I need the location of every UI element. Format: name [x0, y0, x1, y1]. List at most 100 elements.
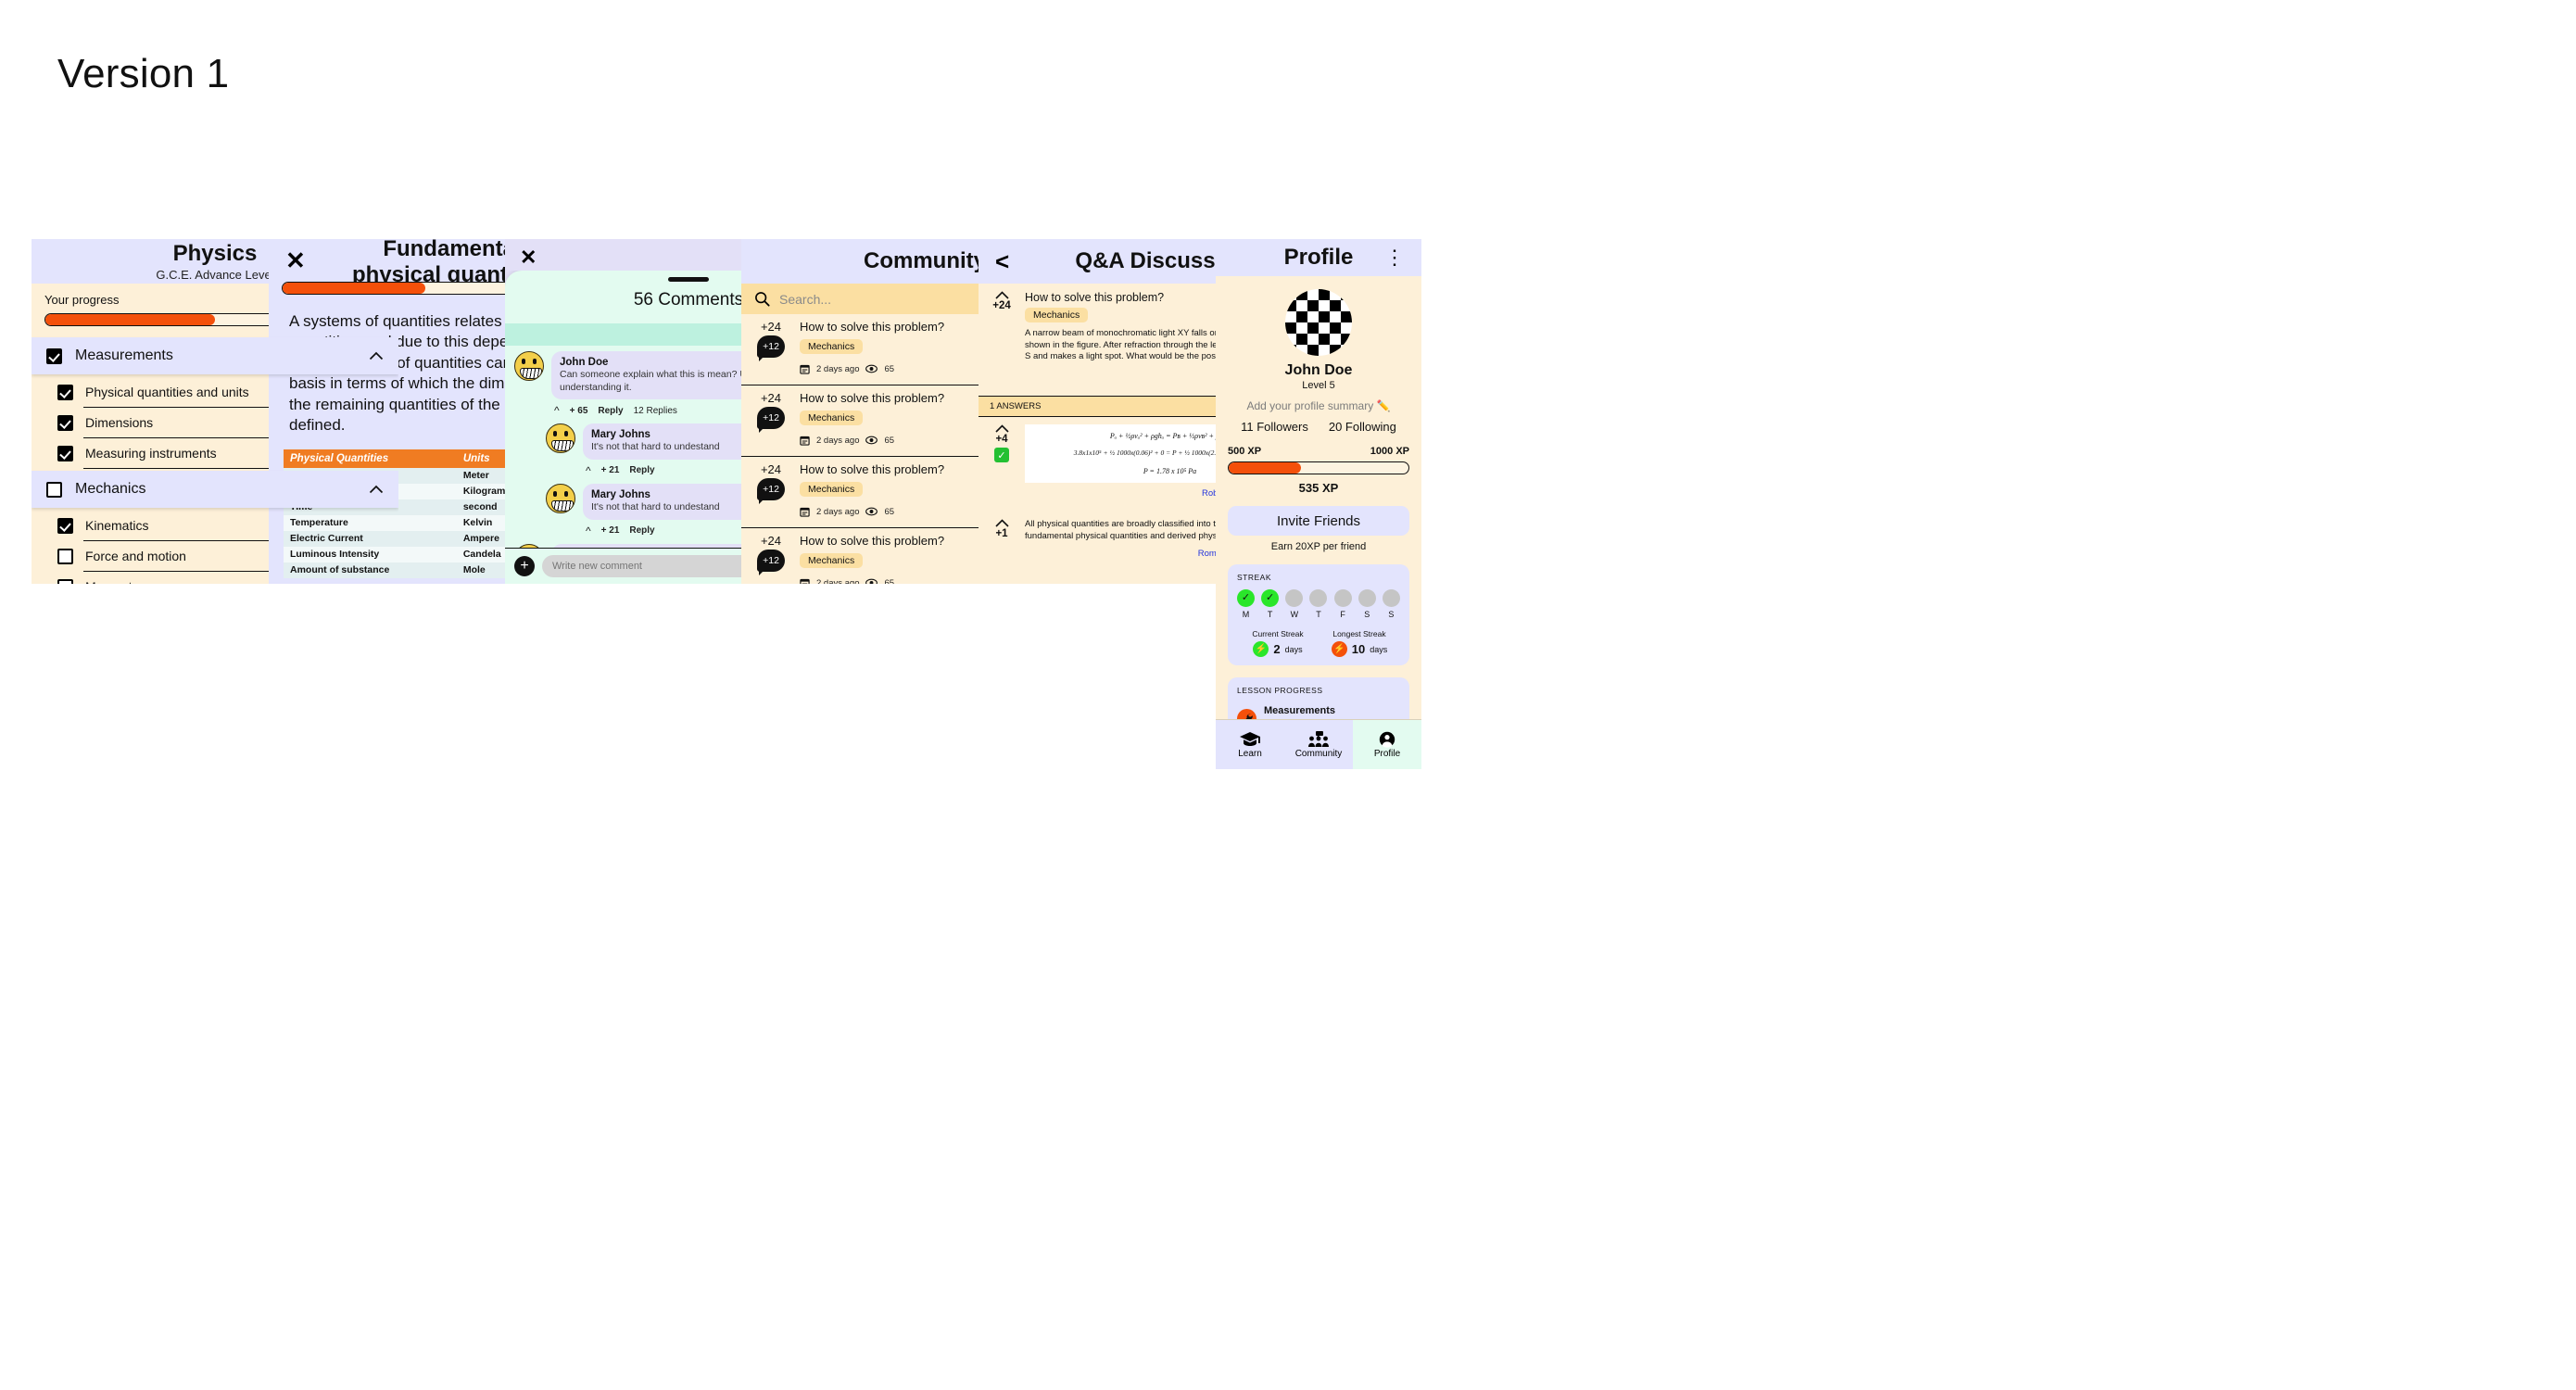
question-tag[interactable]: Mechanics	[800, 411, 864, 425]
upvote-icon[interactable]	[994, 291, 1009, 299]
vote-column[interactable]: +24 +12	[751, 534, 790, 584]
streak-day-label: T	[1267, 610, 1273, 619]
answer-score: +1	[995, 528, 1008, 540]
lesson-name: Measurements	[1264, 705, 1336, 716]
answer-count-badge: +12	[757, 478, 785, 504]
upvote-icon[interactable]	[994, 424, 1009, 433]
following-count[interactable]: 20 Following	[1329, 420, 1396, 434]
reply-button[interactable]: Reply	[598, 406, 623, 416]
longest-streak-label: Longest Streak	[1332, 629, 1386, 638]
streak-dot	[1333, 589, 1352, 607]
back-icon[interactable]: <	[995, 249, 1009, 273]
question-score: +24	[760, 534, 782, 548]
longest-streak: Longest Streak ⚡ 10 days	[1319, 629, 1400, 657]
table-cell: Amount of substance	[290, 564, 390, 576]
avatar[interactable]	[1285, 289, 1352, 356]
question-tag[interactable]: Mechanics	[800, 553, 864, 568]
question-tag[interactable]: Mechanics	[800, 339, 864, 354]
streak-card: STREAK ✓ M ✓ T W T F S S Current Streak ⚡ 2 days…	[1228, 564, 1409, 665]
avatar	[546, 483, 575, 513]
xp-current-label: 535 XP	[1298, 481, 1339, 495]
search-icon[interactable]	[754, 291, 770, 307]
streak-dot	[1357, 589, 1376, 607]
section-title: Measurements	[75, 348, 173, 363]
profile-title: Profile	[1283, 245, 1354, 271]
streak-day: F	[1333, 589, 1352, 619]
drag-handle[interactable]	[668, 277, 709, 282]
question-score: +24	[760, 391, 782, 405]
upvote-icon[interactable]: ^	[586, 524, 591, 537]
question-views: 65	[884, 577, 895, 585]
current-streak-label: Current Streak	[1252, 629, 1304, 638]
nav-profile-label: Profile	[1373, 748, 1401, 759]
section-checkbox[interactable]	[46, 348, 62, 364]
question-score: +24	[992, 300, 1011, 311]
subsection-checkbox[interactable]	[57, 446, 73, 462]
upvote-icon[interactable]: ^	[554, 404, 560, 417]
current-streak-unit: days	[1284, 644, 1303, 654]
comment-replies-count[interactable]: 12 Replies	[634, 406, 677, 416]
table-col-header: Physical Quantities	[284, 449, 457, 468]
upvote-icon[interactable]: ^	[586, 464, 591, 477]
streak-day: W	[1285, 589, 1304, 619]
subsection-checkbox[interactable]	[57, 518, 73, 535]
question-tag[interactable]: Mechanics	[800, 482, 864, 497]
subsection-checkbox[interactable]	[57, 385, 73, 400]
streak-day-label: S	[1364, 610, 1370, 619]
question-tag[interactable]: Mechanics	[1025, 308, 1089, 322]
profile-summary-link[interactable]: Add your profile summary ✏️	[1228, 399, 1409, 412]
streak-day-label: S	[1388, 610, 1395, 619]
streak-week: ✓ M ✓ T W T F S S	[1237, 589, 1400, 619]
nav-profile[interactable]: Profile	[1353, 720, 1421, 769]
nav-learn[interactable]: Learn	[1216, 720, 1284, 769]
table-cell: Electric Current	[290, 533, 363, 545]
vote-column[interactable]: +24 +12	[751, 320, 790, 379]
reply-button[interactable]: Reply	[629, 465, 654, 475]
avatar	[514, 351, 544, 381]
answer-count-badge: +12	[757, 335, 785, 361]
page-title: Version 1	[57, 51, 230, 96]
streak-day: S	[1357, 589, 1376, 619]
graduation-cap-icon	[1240, 731, 1260, 746]
more-options-icon[interactable]: ⋮	[1384, 247, 1405, 268]
xp-progress-fill	[1229, 462, 1301, 474]
comments-sheet-title: 56 Comments	[633, 290, 744, 310]
answer-count-badge: +12	[757, 407, 785, 433]
calendar-icon	[800, 436, 810, 446]
vote-column[interactable]: +24 +12	[751, 391, 790, 450]
syllabus-section-header[interactable]: Mechanics	[32, 471, 398, 509]
eye-icon	[865, 436, 878, 445]
community-title: Community	[864, 248, 986, 274]
streak-dot: ✓	[1261, 589, 1280, 607]
current-streak: Current Streak ⚡ 2 days	[1237, 629, 1319, 657]
streak-dot	[1382, 589, 1400, 607]
mockup-canvas: Version 1 Physics G.C.E. Advance Level Y…	[0, 0, 2576, 1390]
longest-streak-unit: days	[1370, 644, 1388, 654]
xp-min-label: 500 XP	[1228, 446, 1262, 457]
reply-button[interactable]: Reply	[629, 525, 654, 536]
comment-votes: + 65	[569, 405, 588, 416]
invite-friends-button[interactable]: Invite Friends	[1228, 506, 1409, 536]
nav-community[interactable]: Community	[1284, 720, 1353, 769]
subsection-checkbox[interactable]	[57, 549, 73, 565]
calendar-icon	[800, 507, 810, 517]
add-attachment-icon[interactable]: +	[514, 556, 535, 576]
streak-card-label: STREAK	[1237, 573, 1272, 582]
syllabus-section-header[interactable]: Measurements	[32, 337, 398, 374]
subsection-checkbox[interactable]	[57, 579, 73, 584]
question-vote-col[interactable]: +24	[986, 291, 1017, 388]
accepted-answer-icon: ✓	[994, 448, 1009, 463]
section-checkbox[interactable]	[46, 481, 62, 498]
close-icon[interactable]: ✕	[285, 248, 306, 272]
close-icon[interactable]: ✕	[520, 247, 537, 268]
answer-vote-col[interactable]: +4 ✓	[986, 424, 1017, 508]
eye-icon	[865, 507, 878, 516]
progress-label: Your progress	[44, 293, 120, 307]
lightning-bolt-broken-icon: ⚡	[1331, 641, 1347, 657]
upvote-icon[interactable]	[994, 519, 1009, 527]
vote-column[interactable]: +24 +12	[751, 462, 790, 522]
answer-vote-col[interactable]: +1	[986, 519, 1017, 567]
followers-count[interactable]: 11 Followers	[1241, 420, 1308, 434]
subsection-checkbox[interactable]	[57, 415, 73, 432]
longest-streak-value: 10	[1351, 642, 1366, 656]
